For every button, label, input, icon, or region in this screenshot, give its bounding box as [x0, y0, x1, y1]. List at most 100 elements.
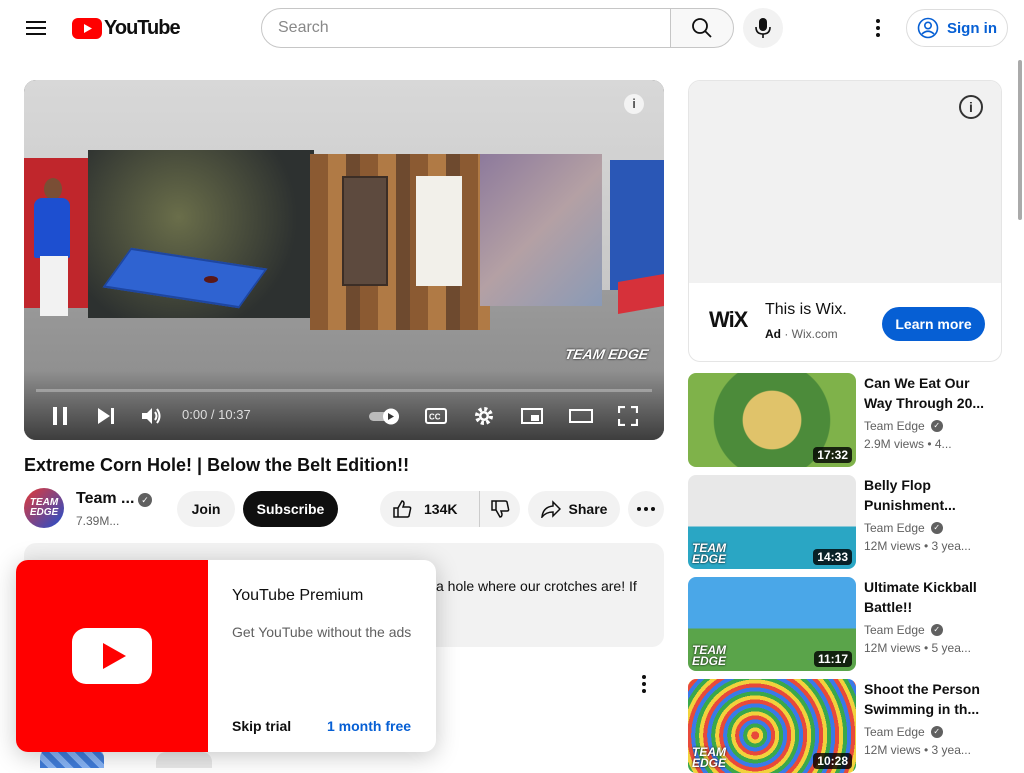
- account-icon: [917, 17, 939, 39]
- recommendation-thumbnail[interactable]: TEAM EDGE 11:17: [688, 577, 856, 671]
- share-icon: [540, 500, 561, 518]
- dislike-button[interactable]: [480, 491, 520, 527]
- ad-info-icon[interactable]: i: [959, 95, 983, 119]
- content-preview-image: [156, 752, 212, 768]
- video-info-icon[interactable]: i: [624, 94, 644, 114]
- video-duration: 14:33: [813, 549, 852, 565]
- recommendation-title[interactable]: Can We Eat Our Way Through 20...: [864, 373, 994, 413]
- volume-button[interactable]: [140, 402, 164, 430]
- free-trial-button[interactable]: 1 month free: [327, 718, 411, 734]
- team-edge-logo: TEAM EDGE: [692, 541, 727, 566]
- video-player[interactable]: TEAM EDGE i 0:00 / 10:37 CC: [24, 80, 664, 440]
- next-button[interactable]: [94, 402, 118, 430]
- ad-title[interactable]: This is Wix.: [765, 301, 847, 319]
- more-actions-button[interactable]: [628, 491, 664, 527]
- miniplayer-button[interactable]: [520, 402, 544, 430]
- settings-button[interactable]: [472, 402, 496, 430]
- recommendation-meta: 2.9M views • 4...: [864, 437, 952, 451]
- like-count: 134K: [424, 501, 458, 517]
- channel-name[interactable]: Team ...: [76, 490, 134, 508]
- scene-wood-wall: [310, 154, 490, 330]
- microphone-icon: [755, 18, 771, 38]
- skip-trial-button[interactable]: Skip trial: [232, 718, 291, 734]
- team-edge-watermark: TEAM EDGE: [563, 346, 650, 362]
- recommendation-thumbnail[interactable]: 17:32: [688, 373, 856, 467]
- settings-more-button[interactable]: [858, 8, 898, 48]
- recommendation-channel: Team Edge ✓: [864, 725, 943, 739]
- learn-more-button[interactable]: Learn more: [882, 307, 985, 341]
- channel-avatar[interactable]: TEAM EDGE: [24, 488, 64, 528]
- theater-mode-button[interactable]: [568, 402, 594, 430]
- scene-mural: [480, 154, 602, 306]
- scene-person-head: [44, 178, 62, 200]
- voice-search-button[interactable]: [743, 8, 783, 48]
- thumbs-up-icon: [393, 500, 412, 518]
- youtube-logo[interactable]: YouTube: [72, 16, 181, 40]
- pause-icon: [53, 407, 67, 425]
- recommendation-meta: 12M views • 3 yea...: [864, 539, 971, 553]
- fullscreen-button[interactable]: [616, 402, 640, 430]
- premium-title: YouTube Premium: [232, 587, 364, 604]
- team-edge-logo: TEAM EDGE: [692, 745, 727, 770]
- recommendation-thumbnail[interactable]: TEAM EDGE 10:28: [688, 679, 856, 773]
- hamburger-icon: [26, 21, 46, 35]
- recommendation-channel-name: Team Edge: [864, 623, 925, 637]
- verified-icon: ✓: [930, 726, 943, 738]
- recommendation-thumbnail[interactable]: TEAM EDGE 14:33: [688, 475, 856, 569]
- recommendation-item[interactable]: TEAM EDGE 14:33 Belly Flop Punishment... …: [688, 475, 1008, 569]
- sign-in-button[interactable]: Sign in: [906, 9, 1008, 47]
- premium-promo-dialog: YouTube Premium Get YouTube without the …: [16, 560, 436, 752]
- recommendation-item[interactable]: TEAM EDGE 10:28 Shoot the Person Swimming…: [688, 679, 1008, 773]
- recommendation-title[interactable]: Shoot the Person Swimming in th...: [864, 679, 994, 719]
- recommendation-meta: 12M views • 5 yea...: [864, 641, 971, 655]
- time-display: 0:00 / 10:37: [182, 407, 251, 422]
- miniplayer-icon: [521, 408, 543, 424]
- share-button[interactable]: Share: [528, 491, 620, 527]
- video-title: Extreme Corn Hole! | Below the Belt Edit…: [24, 455, 410, 475]
- like-button[interactable]: 134K: [380, 491, 480, 527]
- scene-person-legs: [40, 256, 68, 316]
- ad-badge: Ad: [765, 327, 781, 341]
- scene-person-body: [34, 198, 70, 258]
- verified-icon: ✓: [930, 420, 943, 432]
- search-button[interactable]: [670, 8, 734, 48]
- comments-sort-menu[interactable]: [630, 672, 658, 696]
- captions-icon: CC: [425, 408, 447, 424]
- vertical-dots-icon: [642, 675, 646, 693]
- captions-button[interactable]: CC: [424, 402, 448, 430]
- youtube-play-icon: [72, 628, 152, 684]
- premium-promo-image: [16, 560, 208, 752]
- search-input[interactable]: [278, 19, 670, 37]
- recommendation-channel: Team Edge ✓: [864, 419, 943, 433]
- logo-text: YouTube: [104, 16, 181, 39]
- recommendation-title[interactable]: Belly Flop Punishment...: [864, 475, 994, 515]
- sign-in-label: Sign in: [947, 19, 997, 37]
- ad-image: [689, 81, 1001, 283]
- recommendation-item[interactable]: TEAM EDGE 11:17 Ultimate Kickball Battle!…: [688, 577, 1008, 671]
- youtube-play-icon: [72, 17, 102, 39]
- verified-icon: ✓: [138, 493, 152, 507]
- subscribe-button[interactable]: Subscribe: [243, 491, 338, 527]
- pause-button[interactable]: [48, 402, 72, 430]
- gear-icon: [475, 407, 493, 425]
- ad-logo: WiX: [709, 307, 748, 332]
- verified-icon: ✓: [930, 624, 943, 636]
- autoplay-toggle-icon: [369, 408, 399, 425]
- recommendation-title[interactable]: Ultimate Kickball Battle!!: [864, 577, 994, 617]
- progress-bar[interactable]: [36, 389, 652, 392]
- autoplay-toggle[interactable]: [366, 402, 404, 430]
- search-icon: [692, 18, 712, 38]
- guide-menu-button[interactable]: [16, 8, 56, 48]
- like-dislike-group: 134K: [380, 491, 520, 527]
- theater-mode-icon: [569, 409, 593, 423]
- join-button[interactable]: Join: [177, 491, 235, 527]
- page-scrollbar[interactable]: [1018, 60, 1022, 220]
- recommendation-item[interactable]: 17:32 Can We Eat Our Way Through 20... T…: [688, 373, 1008, 467]
- video-duration: 11:17: [813, 651, 852, 667]
- ad-domain: Wix.com: [791, 327, 838, 341]
- scene-blue-panel: [610, 160, 664, 290]
- search-box[interactable]: [261, 8, 671, 48]
- ad-card[interactable]: i WiX This is Wix. Ad · Wix.com Learn mo…: [688, 80, 1002, 362]
- volume-icon: [142, 408, 161, 424]
- scene-door-white: [416, 176, 462, 286]
